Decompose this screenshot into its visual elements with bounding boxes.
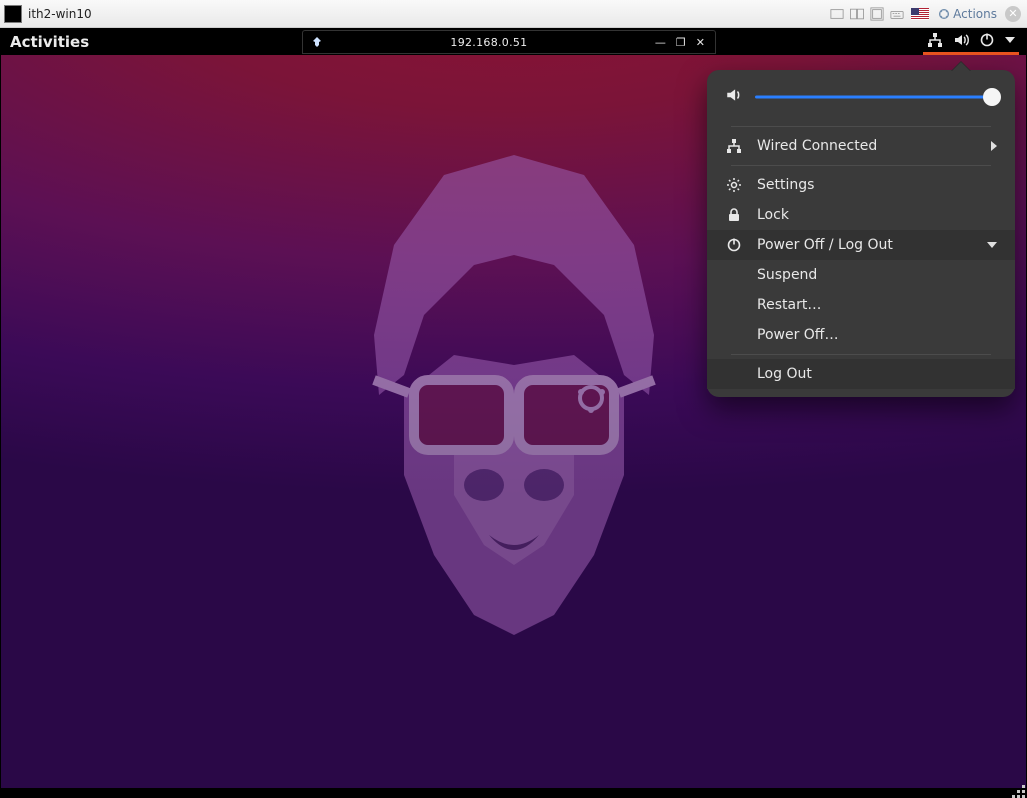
vnc-title: 192.168.0.51 — [323, 36, 655, 49]
lock-label: Lock — [757, 207, 997, 223]
lock-icon — [725, 207, 743, 223]
vnc-window-title: 192.168.0.51 — ❐ ✕ — [302, 30, 716, 54]
system-menu: Wired Connected Settings Lock Power Off … — [707, 70, 1015, 397]
restart-label: Restart… — [757, 297, 997, 313]
menu-item-poweroff[interactable]: Power Off… — [707, 320, 1015, 350]
flag-us-icon[interactable] — [911, 8, 929, 20]
vnc-maximize-icon[interactable]: ❐ — [676, 36, 686, 49]
menu-item-network[interactable]: Wired Connected — [707, 131, 1015, 161]
separator — [731, 165, 991, 166]
network-label: Wired Connected — [757, 138, 977, 154]
logout-label: Log Out — [757, 366, 997, 382]
vm-name: ith2-win10 — [28, 7, 92, 21]
menu-item-restart[interactable]: Restart… — [707, 290, 1015, 320]
settings-label: Settings — [757, 177, 997, 193]
chevron-down-icon — [987, 242, 997, 248]
network-wired-icon — [725, 138, 743, 154]
separator — [731, 126, 991, 127]
volume-speaker-icon — [725, 86, 743, 108]
suspend-label: Suspend — [757, 267, 997, 283]
power-submenu: Suspend Restart… Power Off… Log Out — [707, 260, 1015, 389]
window-icon[interactable] — [829, 6, 845, 22]
power-group-label: Power Off / Log Out — [757, 237, 973, 253]
volume-icon — [953, 32, 969, 48]
volume-slider[interactable] — [755, 88, 997, 106]
caret-down-icon — [1005, 37, 1015, 43]
activities-button[interactable]: Activities — [10, 33, 89, 51]
menu-item-power-group[interactable]: Power Off / Log Out — [707, 230, 1015, 260]
pin-icon[interactable] — [311, 36, 323, 48]
menu-item-settings[interactable]: Settings — [707, 170, 1015, 200]
chevron-right-icon — [991, 141, 997, 151]
network-icon — [927, 32, 943, 48]
power-icon — [979, 32, 995, 48]
vnc-minimize-icon[interactable]: — — [655, 36, 666, 49]
esxi-title-bar: ith2-win10 Actions ✕ — [0, 0, 1027, 28]
esxi-close-icon[interactable]: ✕ — [1005, 6, 1021, 22]
wallpaper-gorilla-icon — [304, 135, 724, 679]
volume-row — [707, 78, 1015, 122]
vnc-close-icon[interactable]: ✕ — [696, 36, 705, 49]
actions-menu[interactable]: Actions — [937, 7, 997, 21]
keyboard-icon[interactable] — [889, 6, 905, 22]
resize-grip-icon[interactable] — [1012, 785, 1025, 798]
gear-icon — [725, 177, 743, 193]
separator — [731, 354, 991, 355]
vm-stage: Activities 16 49 192.168.0.51 — ❐ ✕ — [0, 28, 1027, 798]
fullscreen-icon[interactable] — [869, 6, 885, 22]
actions-label: Actions — [953, 7, 997, 21]
menu-item-logout[interactable]: Log Out — [707, 359, 1015, 389]
console-icon — [4, 5, 22, 23]
status-area[interactable] — [923, 28, 1019, 55]
menu-item-suspend[interactable]: Suspend — [707, 260, 1015, 290]
power-menu-icon — [725, 237, 743, 253]
poweroff-label: Power Off… — [757, 327, 997, 343]
menu-item-lock[interactable]: Lock — [707, 200, 1015, 230]
dual-window-icon[interactable] — [849, 6, 865, 22]
